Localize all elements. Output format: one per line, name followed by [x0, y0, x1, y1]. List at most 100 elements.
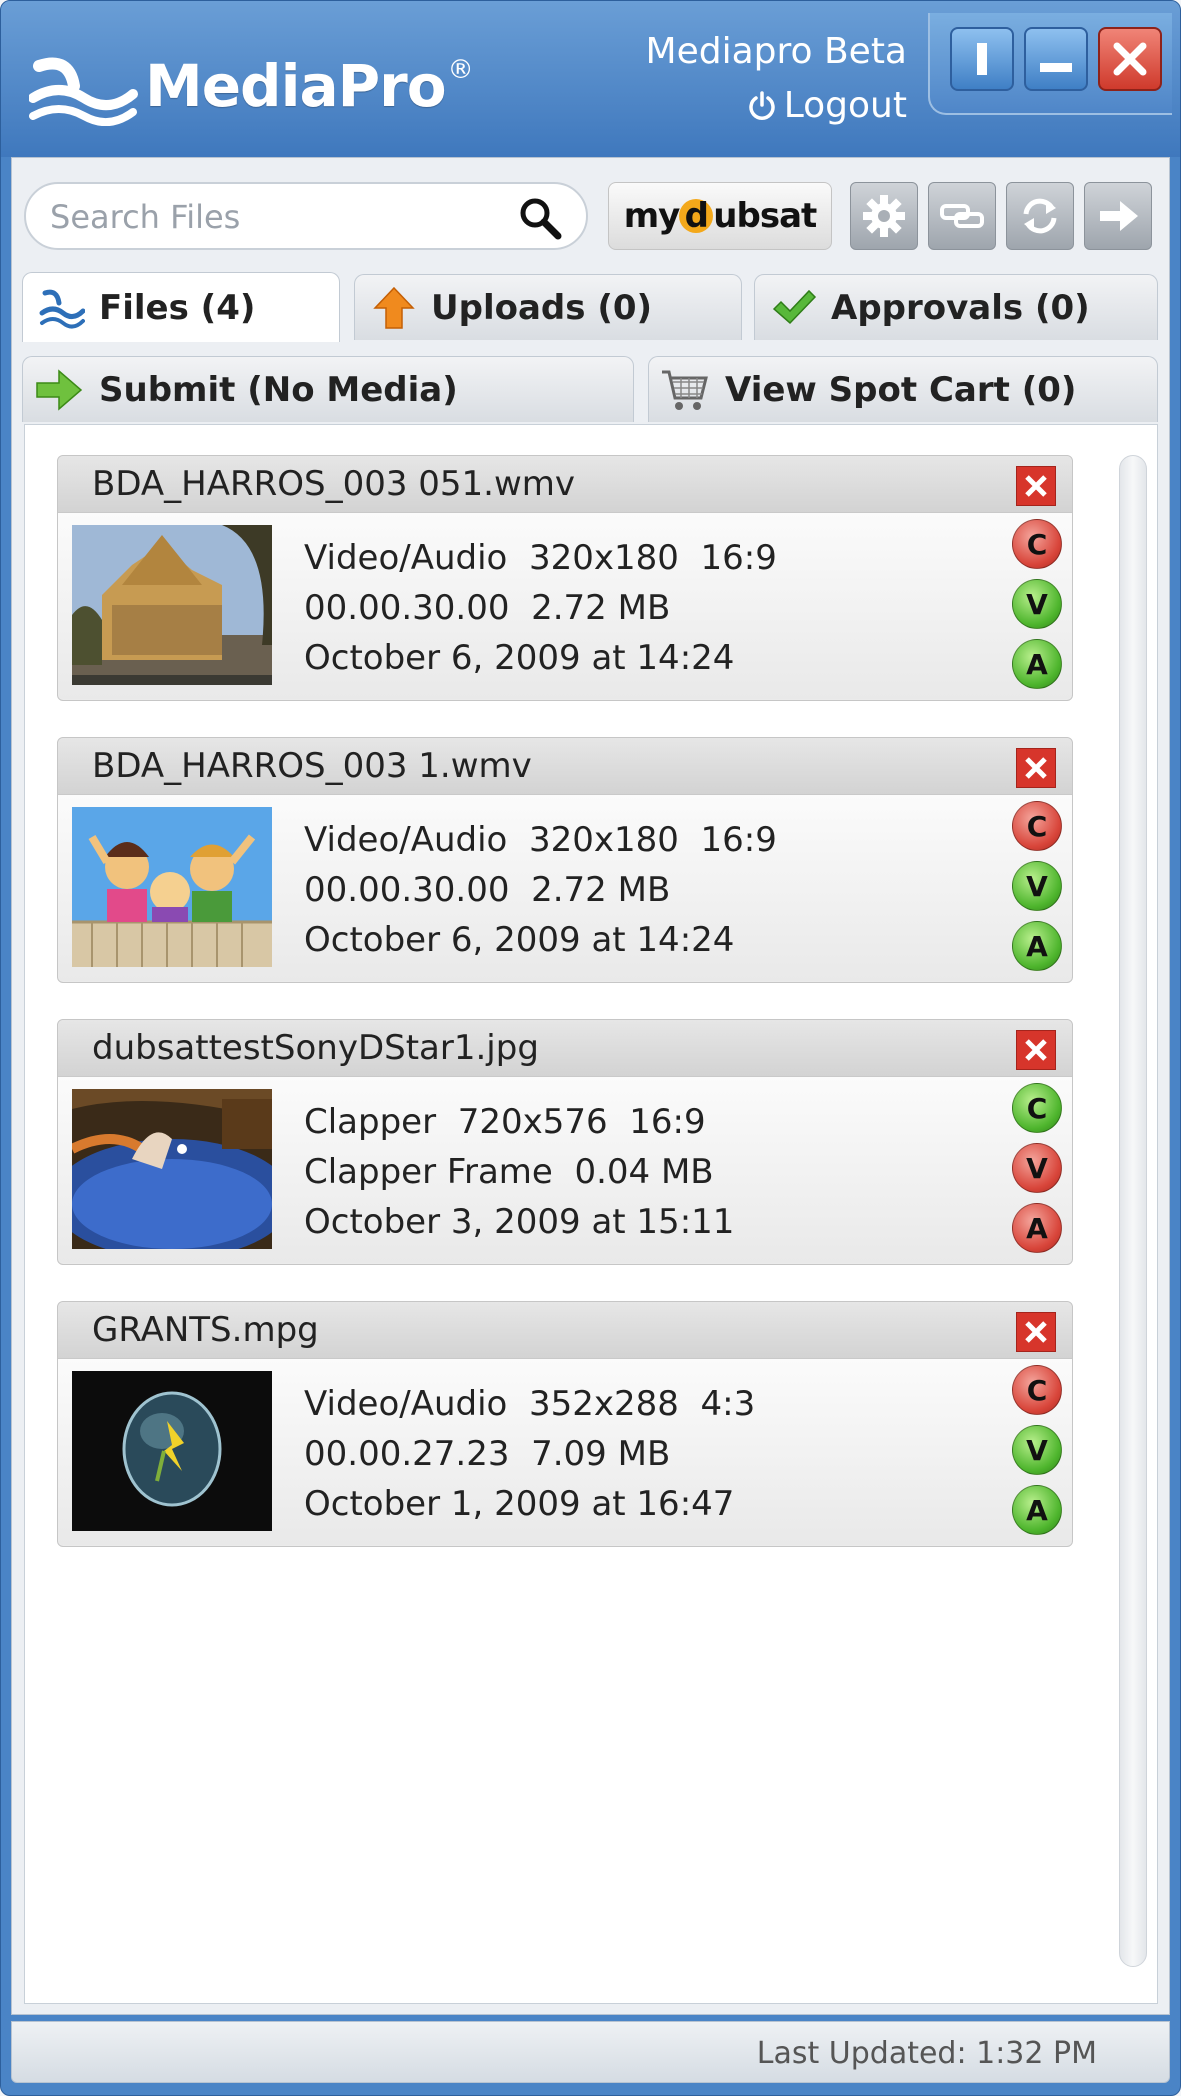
tab-approvals-label: Approvals (0) [831, 287, 1090, 328]
file-name: BDA_HARROS_003 051.wmv [92, 464, 576, 504]
refresh-icon [1023, 198, 1057, 234]
status-v-button[interactable]: V [1012, 1425, 1062, 1475]
status-c-button[interactable]: C [1012, 1083, 1062, 1133]
spot-cart-tab-label: View Spot Cart (0) [725, 369, 1077, 410]
close-icon [1025, 1039, 1047, 1061]
status-a-button[interactable]: A [1012, 1203, 1062, 1253]
status-v-button[interactable]: V [1012, 861, 1062, 911]
forward-button[interactable] [1084, 182, 1152, 250]
mydubsat-button[interactable]: my d ubsat [608, 182, 832, 250]
file-meta: Video/Audio 320x180 16:9 00.00.30.00 2.7… [304, 533, 777, 683]
logo-text: MediaPro [145, 52, 447, 120]
building-thumbnail-image [72, 525, 272, 685]
status-c-button[interactable]: C [1012, 801, 1062, 851]
window-controls [928, 13, 1172, 115]
minimize-button[interactable] [1024, 27, 1088, 91]
right-arrow-icon [1100, 201, 1138, 231]
file-date: October 6, 2009 at 14:24 [304, 638, 735, 678]
status-c-button[interactable]: C [1012, 519, 1062, 569]
file-card-header: BDA_HARROS_003 1.wmv [58, 738, 1072, 795]
info-icon [977, 43, 987, 75]
close-icon [1025, 1321, 1047, 1343]
file-card-body: Video/Audio 352x288 4:3 00.00.27.23 7.09… [58, 1359, 1072, 1545]
file-date: October 6, 2009 at 14:24 [304, 920, 735, 960]
close-button[interactable] [1098, 27, 1162, 91]
file-card-body: Video/Audio 320x180 16:9 00.00.30.00 2.7… [58, 795, 1072, 981]
cart-icon [662, 370, 708, 410]
tab-approvals[interactable]: Approvals (0) [754, 274, 1158, 340]
file-status-indicators: C V A [1012, 1365, 1062, 1535]
file-name: GRANTS.mpg [92, 1310, 319, 1350]
logout-link[interactable]: Logout [746, 85, 907, 126]
file-card-body: Video/Audio 320x180 16:9 00.00.30.00 2.7… [58, 513, 1072, 699]
remove-file-button[interactable] [1016, 748, 1056, 788]
file-card-header: GRANTS.mpg [58, 1302, 1072, 1359]
submit-tab[interactable]: Submit (No Media) [22, 356, 634, 422]
status-a-button[interactable]: A [1012, 1485, 1062, 1535]
file-card-header: dubsattestSonyDStar1.jpg [58, 1020, 1072, 1077]
file-card[interactable]: dubsattestSonyDStar1.jpg Clapper 720x576… [57, 1019, 1073, 1265]
bubble-thumbnail-image [72, 1371, 272, 1531]
search-input[interactable] [48, 194, 492, 240]
file-duration-size: 00.00.30.00 2.72 MB [304, 870, 671, 910]
settings-button[interactable] [850, 182, 918, 250]
remove-file-button[interactable] [1016, 1312, 1056, 1352]
remove-file-button[interactable] [1016, 1030, 1056, 1070]
file-duration-size: 00.00.30.00 2.72 MB [304, 588, 671, 628]
file-duration-size: Clapper Frame 0.04 MB [304, 1152, 714, 1192]
user-name: Mediapro Beta [645, 31, 907, 72]
file-meta: Clapper 720x576 16:9 Clapper Frame 0.04 … [304, 1097, 734, 1247]
close-icon [1113, 42, 1147, 76]
tab-uploads[interactable]: Uploads (0) [354, 274, 742, 340]
remove-file-button[interactable] [1016, 466, 1056, 506]
title-bar[interactable]: MediaPro ® Mediapro Beta Logout [1, 1, 1180, 157]
file-thumbnail[interactable] [72, 807, 272, 967]
file-card[interactable]: BDA_HARROS_003 051.wmv Video/Audio 320x1… [57, 455, 1073, 701]
gear-icon [863, 195, 905, 237]
file-list: BDA_HARROS_003 051.wmv Video/Audio 320x1… [24, 424, 1158, 2004]
refresh-button[interactable] [1006, 182, 1074, 250]
mediapro-logo: MediaPro ® [29, 41, 474, 131]
file-date: October 3, 2009 at 15:11 [304, 1202, 735, 1242]
vertical-scrollbar[interactable] [1119, 455, 1147, 1967]
registered-mark: ® [447, 55, 474, 85]
tab-files-label: Files (4) [99, 287, 256, 328]
file-format-info: Video/Audio 320x180 16:9 [304, 538, 777, 578]
file-status-indicators: C V A [1012, 801, 1062, 971]
status-v-button[interactable]: V [1012, 579, 1062, 629]
pool-thumbnail-image [72, 1089, 272, 1249]
link-icon [940, 204, 984, 228]
wave-logo-icon [29, 57, 138, 126]
status-a-button[interactable]: A [1012, 639, 1062, 689]
file-card-header: BDA_HARROS_003 051.wmv [58, 456, 1072, 513]
last-updated-text: Last Updated: 1:32 PM [756, 2036, 1097, 2071]
close-icon [1025, 475, 1047, 497]
file-duration-size: 00.00.27.23 7.09 MB [304, 1434, 671, 1474]
file-format-info: Video/Audio 320x180 16:9 [304, 820, 777, 860]
search-icon[interactable] [516, 194, 564, 242]
file-meta: Video/Audio 352x288 4:3 00.00.27.23 7.09… [304, 1379, 755, 1529]
cartoon-thumbnail-image [72, 807, 272, 967]
file-thumbnail[interactable] [72, 1371, 272, 1531]
file-card[interactable]: GRANTS.mpg Video/Audio 352x288 4:3 00.00… [57, 1301, 1073, 1547]
submit-tab-label: Submit (No Media) [99, 369, 458, 410]
wave-icon [39, 289, 85, 328]
logout-label: Logout [783, 85, 907, 126]
file-meta: Video/Audio 320x180 16:9 00.00.30.00 2.7… [304, 815, 777, 965]
upload-arrow-icon [373, 286, 415, 329]
info-button[interactable] [950, 27, 1014, 91]
status-v-button[interactable]: V [1012, 1143, 1062, 1193]
link-button[interactable] [928, 182, 996, 250]
status-bar: Last Updated: 1:32 PM [11, 2021, 1170, 2083]
file-card[interactable]: BDA_HARROS_003 1.wmv Video/Audio 320x180… [57, 737, 1073, 983]
status-a-button[interactable]: A [1012, 921, 1062, 971]
file-format-info: Video/Audio 352x288 4:3 [304, 1384, 756, 1424]
status-c-button[interactable]: C [1012, 1365, 1062, 1415]
spot-cart-tab[interactable]: View Spot Cart (0) [648, 356, 1158, 422]
close-icon [1025, 757, 1047, 779]
search-box [24, 182, 588, 250]
tab-files[interactable]: Files (4) [22, 272, 340, 342]
file-thumbnail[interactable] [72, 525, 272, 685]
mydubsat-suffix: ubsat [713, 196, 817, 236]
file-thumbnail[interactable] [72, 1089, 272, 1249]
